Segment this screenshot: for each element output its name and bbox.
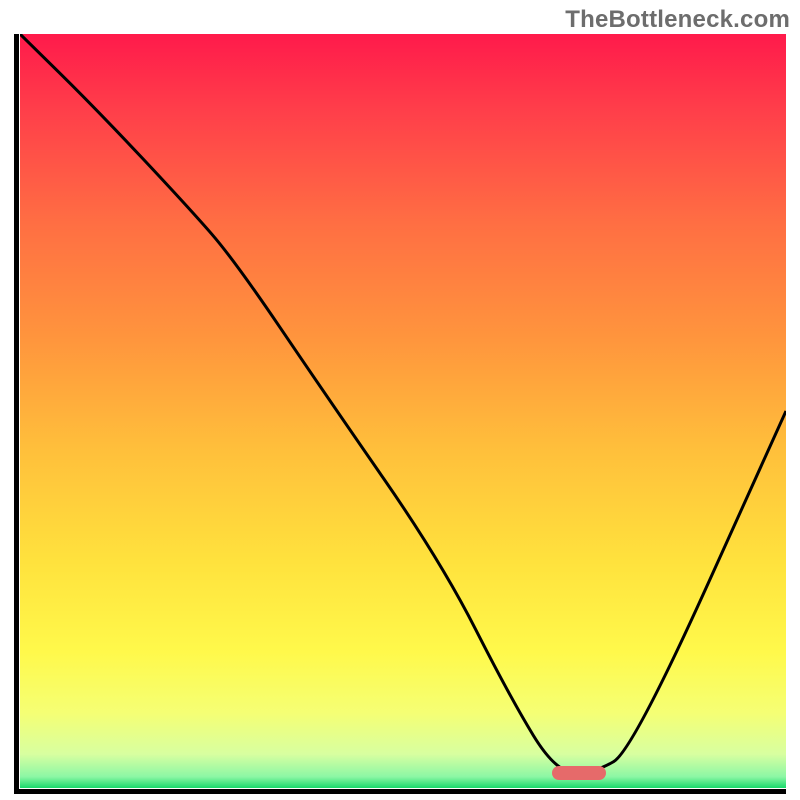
curve-path <box>20 34 786 773</box>
y-axis-line <box>14 34 19 794</box>
plot-area <box>20 34 786 788</box>
plot-outer <box>14 34 786 794</box>
watermark-text: TheBottleneck.com <box>565 6 790 34</box>
optimal-marker <box>552 766 606 780</box>
bottleneck-curve <box>20 34 786 788</box>
x-axis-line <box>14 789 786 794</box>
chart-frame: TheBottleneck.com <box>0 0 800 800</box>
